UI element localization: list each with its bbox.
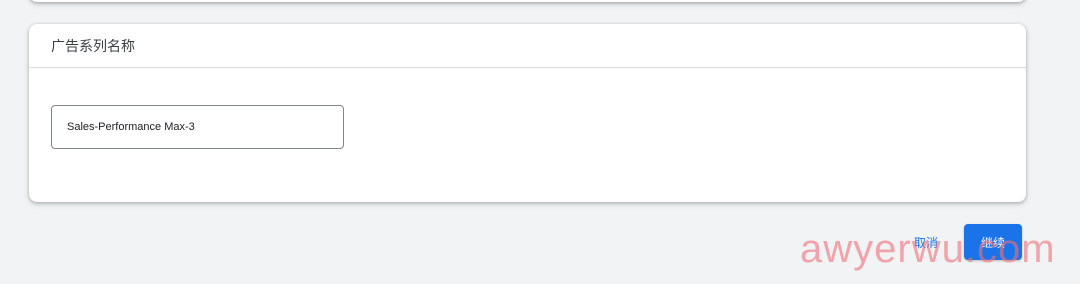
card-header: 广告系列名称 — [29, 24, 1026, 68]
campaign-name-input[interactable] — [67, 121, 343, 133]
campaign-name-field[interactable] — [51, 105, 344, 149]
continue-button[interactable]: 继续 — [964, 224, 1022, 260]
previous-section-card — [29, 0, 1026, 2]
card-title: 广告系列名称 — [51, 38, 135, 55]
campaign-name-card: 广告系列名称 — [29, 24, 1026, 202]
cancel-button[interactable]: 取消 — [906, 229, 946, 255]
